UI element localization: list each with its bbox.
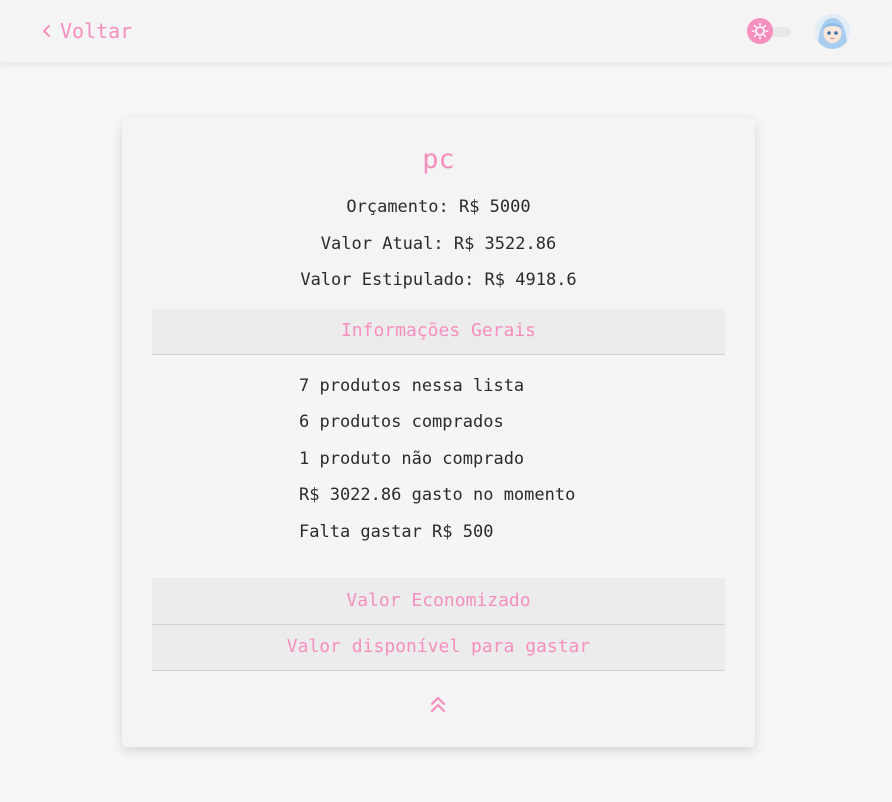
estimated-value-text: Valor Estipulado: R$ 4918.6	[300, 270, 577, 290]
accordion-header-general-info[interactable]: Informações Gerais	[152, 309, 725, 355]
double-chevron-up-icon	[430, 696, 446, 713]
info-line: 7 produtos nessa lista	[299, 376, 525, 396]
accordion-title: Valor disponível para gastar	[286, 636, 591, 657]
user-avatar[interactable]	[815, 14, 850, 49]
info-line: Falta gastar R$ 500	[299, 522, 494, 542]
list-card: pc Orçamento: R$ 5000 Valor Atual: R$ 35…	[122, 118, 755, 747]
toggle-knob	[747, 18, 773, 44]
sun-icon	[751, 22, 769, 40]
chevron-left-icon	[43, 25, 50, 37]
accordion-title: Valor Economizado	[346, 590, 531, 611]
theme-toggle[interactable]	[747, 18, 793, 44]
top-bar: Voltar	[0, 0, 892, 63]
current-value-text: Valor Atual: R$ 3522.86	[320, 234, 557, 254]
collapse-button[interactable]	[428, 694, 448, 716]
budget-text: Orçamento: R$ 5000	[346, 197, 531, 217]
info-line: 1 produto não comprado	[299, 449, 525, 469]
accordion-body-general-info: 7 produtos nessa lista 6 produtos compra…	[152, 355, 725, 578]
info-line: 6 produtos comprados	[299, 412, 504, 432]
accordion-header-saved-value[interactable]: Valor Economizado	[152, 578, 725, 625]
info-line: R$ 3022.86 gasto no momento	[299, 485, 576, 505]
back-button[interactable]: Voltar	[40, 17, 132, 45]
accordion-title: Informações Gerais	[340, 320, 537, 341]
avatar-image	[815, 14, 850, 49]
back-label: Voltar	[60, 19, 133, 43]
accordion-header-available-value[interactable]: Valor disponível para gastar	[152, 625, 725, 671]
list-title: pc	[422, 144, 455, 175]
